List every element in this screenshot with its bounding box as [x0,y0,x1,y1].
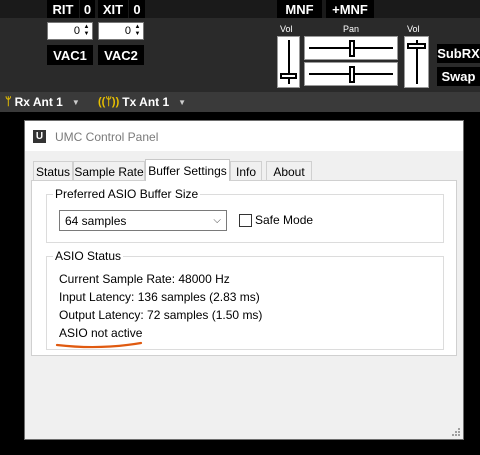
chevron-down-icon[interactable]: ▼ [178,98,186,107]
resize-grip-icon[interactable] [451,427,461,437]
buffer-group-label: Preferred ASIO Buffer Size [53,187,201,201]
vac2-button[interactable]: VAC2 [98,45,144,65]
tx-antenna-label: Tx Ant 1 [122,95,170,109]
rit-button[interactable]: RIT [47,0,79,18]
swap-button[interactable]: Swap [437,67,480,86]
asio-status-group: ASIO Status Current Sample Rate: 48000 H… [46,249,444,350]
broadcast-antenna-icon: ((ᛘ)) [98,96,120,108]
buffer-size-select[interactable]: 64 samples ⌵ [59,210,227,231]
output-latency-text: Output Latency: 72 samples (1.50 ms) [59,308,263,322]
vol-right-slider[interactable] [404,36,429,88]
annotation-underline [55,341,143,349]
umc-control-panel-window: U UMC Control Panel Status Sample Rate B… [24,120,464,440]
rx-antenna-label: Rx Ant 1 [14,95,63,109]
xit-offset-value: 0 [124,25,131,37]
tab-status[interactable]: Status [33,161,73,181]
vol-left-label: Vol [280,24,293,34]
safe-mode-checkbox[interactable] [239,214,252,227]
asio-status-group-label: ASIO Status [53,249,124,263]
slider-thumb[interactable] [349,40,355,57]
vol-right-label: Vol [407,24,420,34]
buffer-settings-page: Preferred ASIO Buffer Size 64 samples ⌵ … [31,180,457,356]
subrx-button[interactable]: SubRX [437,44,480,63]
rx-antenna-selector[interactable]: ᛘ Rx Ant 1 ▼ [5,94,80,110]
tab-about[interactable]: About [266,161,312,181]
rit-value: 0 [80,0,95,18]
tab-buffer-settings[interactable]: Buffer Settings [145,159,230,181]
dialog-client-area: Status Sample Rate Buffer Settings Info … [25,151,463,439]
pan-label: Pan [343,24,360,34]
rit-offset-spinner[interactable]: 0 ▲ ▼ [47,22,93,40]
asio-state-text: ASIO not active [59,326,143,340]
xit-value: 0 [129,0,145,18]
window-title: UMC Control Panel [55,130,159,144]
rit-offset-value: 0 [73,25,80,37]
xit-offset-spinner[interactable]: 0 ▲ ▼ [98,22,144,40]
antenna-bar: ᛘ Rx Ant 1 ▼ ((ᛘ)) Tx Ant 1 ▼ [0,92,480,112]
buffer-size-group: Preferred ASIO Buffer Size 64 samples ⌵ … [46,187,444,243]
slider-thumb[interactable] [280,73,297,79]
antenna-icon: ᛘ [5,96,12,108]
tx-antenna-selector[interactable]: ((ᛘ)) Tx Ant 1 ▼ [98,94,186,110]
title-bar[interactable]: U UMC Control Panel [25,121,463,151]
slider-thumb[interactable] [349,66,355,83]
current-sample-rate-text: Current Sample Rate: 48000 Hz [59,272,230,286]
tab-sample-rate[interactable]: Sample Rate [73,161,145,181]
slider-thumb[interactable] [407,43,426,49]
buffer-size-value: 64 samples [65,213,127,228]
chevron-down-icon[interactable]: ▼ [72,98,80,107]
chevron-down-icon: ⌵ [213,215,221,226]
safe-mode-label[interactable]: Safe Mode [255,213,313,227]
plus-mnf-button[interactable]: +MNF [326,0,374,18]
umc-app-icon: U [33,130,46,143]
radio-control-panel: RIT 0 XIT 0 0 ▲ ▼ 0 ▲ ▼ VAC1 VAC2 MNF +MNF… [0,0,480,92]
pan-slider-2[interactable] [304,62,398,86]
spin-arrows-icon[interactable]: ▲ ▼ [133,24,142,38]
pan-slider-1[interactable] [304,36,398,60]
mnf-button[interactable]: MNF [277,0,322,18]
input-latency-text: Input Latency: 136 samples (2.83 ms) [59,290,260,304]
xit-button[interactable]: XIT [98,0,128,18]
spin-arrows-icon[interactable]: ▲ ▼ [82,24,91,38]
tab-info[interactable]: Info [230,161,262,181]
vac1-button[interactable]: VAC1 [47,45,93,65]
vol-left-slider[interactable] [277,36,300,88]
